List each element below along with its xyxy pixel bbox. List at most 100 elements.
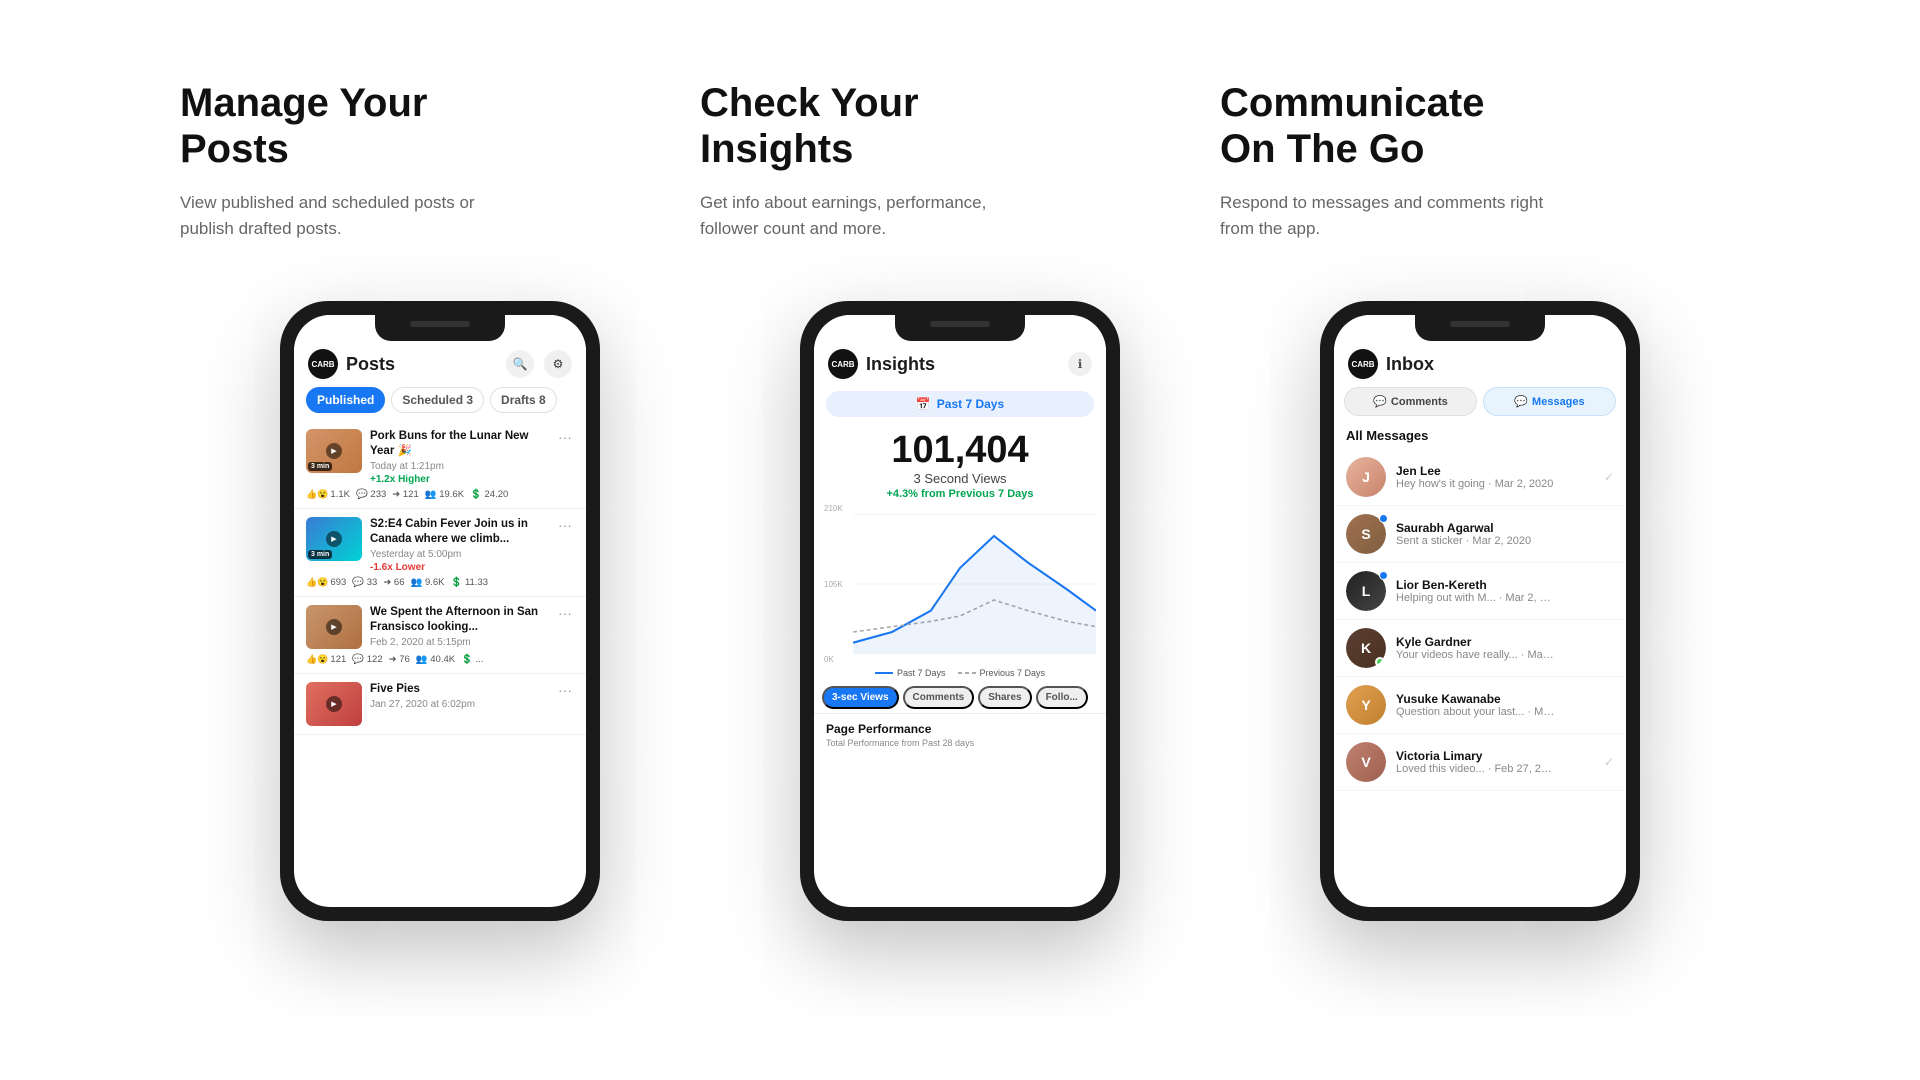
msg-info-6: Victoria Limary Loved this video... · Fe… <box>1396 749 1594 775</box>
phone-screen-inbox: CARB Inbox 💬 Comments 💬 Messages <box>1334 315 1626 907</box>
avatar-placeholder-6: V <box>1346 742 1386 782</box>
tab-published[interactable]: Published <box>306 387 385 413</box>
post-info-1: Pork Buns for the Lunar New Year 🎉 Today… <box>370 429 548 485</box>
phone-insights: CARB Insights ℹ 📅 Past 7 Days 101,404 3 … <box>800 301 1120 921</box>
stat-reach-1: 👥 19.6K <box>425 489 464 500</box>
post-info-3: We Spent the Afternoon in San Fransisco … <box>370 605 548 650</box>
chart-tabs: 3-sec Views Comments Shares Follo... <box>814 682 1106 714</box>
tab-comments[interactable]: 💬 Comments <box>1344 387 1477 416</box>
period-selector[interactable]: 📅 Past 7 Days <box>826 391 1094 417</box>
thumb-duration-2: 3 min <box>308 550 332 559</box>
post-thumb-3: ▶ <box>306 605 362 649</box>
filter-icon[interactable]: ⚙ <box>544 350 572 378</box>
insights-title: Insights <box>866 354 1068 375</box>
chart-tab-shares[interactable]: Shares <box>978 686 1031 709</box>
post-thumb-2: ▶ 3 min <box>306 517 362 561</box>
feature-communicate: Communicate On The Go Respond to message… <box>1220 80 1740 241</box>
thumb-duration-1: 3 min <box>308 462 332 471</box>
stat-earnings-3: 💲 ... <box>461 654 483 665</box>
stat-reactions-3: 👍😮 121 <box>306 654 346 665</box>
message-item-5[interactable]: Y Yusuke Kawanabe Question about your la… <box>1334 677 1626 734</box>
message-item-6[interactable]: V Victoria Limary Loved this video... · … <box>1334 734 1626 791</box>
inbox-title: Inbox <box>1386 354 1612 375</box>
posts-header-icons: 🔍 ⚙ <box>506 350 572 378</box>
all-messages-label: All Messages <box>1334 424 1626 449</box>
post-date-2: Yesterday at 5:00pm <box>370 549 548 560</box>
msg-preview-3: Helping out with M... · Mar 2, 2020 <box>1396 592 1556 604</box>
big-metric: 101,404 3 Second Views +4.3% from Previo… <box>814 421 1106 504</box>
avatar-1: J <box>1346 457 1386 497</box>
avatar-placeholder-5: Y <box>1346 685 1386 725</box>
msg-name-4: Kyle Gardner <box>1396 635 1614 649</box>
message-item-3[interactable]: L Lior Ben-Kereth Helping out with M... … <box>1334 563 1626 620</box>
metric-change: +4.3% from Previous 7 Days <box>814 488 1106 500</box>
post-title-4: Five Pies <box>370 682 548 697</box>
read-check-6: ✓ <box>1604 755 1614 769</box>
msg-info-5: Yusuke Kawanabe Question about your last… <box>1396 692 1614 718</box>
chart-area: 210K 105K 0K <box>814 504 1106 664</box>
msg-preview-2: Sent a sticker · Mar 2, 2020 <box>1396 535 1556 547</box>
carb-logo-insights: CARB <box>828 349 858 379</box>
post-dots-1[interactable]: ··· <box>556 429 574 445</box>
message-item-1[interactable]: J Jen Lee Hey how's it going · Mar 2, 20… <box>1334 449 1626 506</box>
chart-tab-comments[interactable]: Comments <box>903 686 975 709</box>
info-icon[interactable]: ℹ <box>1068 352 1092 376</box>
feature-manage-posts: Manage Your Posts View published and sch… <box>180 80 700 241</box>
metric-value: 101,404 <box>814 431 1106 469</box>
chart-tab-3sec[interactable]: 3-sec Views <box>822 686 899 709</box>
stat-earnings-2: 💲 11.33 <box>451 577 489 588</box>
legend-past: Past 7 Days <box>875 668 946 678</box>
feature-check-insights: Check Your Insights Get info about earni… <box>700 80 1220 241</box>
y-label-bottom: 0K <box>824 655 843 664</box>
message-item-2[interactable]: S Saurabh Agarwal Sent a sticker · Mar 2… <box>1334 506 1626 563</box>
msg-info-4: Kyle Gardner Your videos have really... … <box>1396 635 1614 661</box>
phone-posts: CARB Posts 🔍 ⚙ Published Scheduled 3 Dra… <box>280 301 600 921</box>
messenger-icon: 💬 <box>1514 395 1528 408</box>
carb-logo-posts: CARB <box>308 349 338 379</box>
feature-title-3: Communicate On The Go <box>1220 80 1740 172</box>
chart-tab-follo[interactable]: Follo... <box>1036 686 1088 709</box>
stat-reach-2: 👥 9.6K <box>411 577 445 588</box>
msg-name-2: Saurabh Agarwal <box>1396 521 1614 535</box>
feature-title-2: Check Your Insights <box>700 80 1220 172</box>
features-row: Manage Your Posts View published and sch… <box>180 80 1740 241</box>
stat-reactions-2: 👍😮 693 <box>306 577 346 588</box>
phone-notch-2 <box>895 315 1025 341</box>
tab-messages[interactable]: 💬 Messages <box>1483 387 1616 416</box>
post-perf-1: +1.2x Higher <box>370 474 548 485</box>
msg-name-1: Jen Lee <box>1396 464 1594 478</box>
carb-logo-inbox: CARB <box>1348 349 1378 379</box>
legend-label-past: Past 7 Days <box>897 668 946 678</box>
metric-label: 3 Second Views <box>814 471 1106 486</box>
post-dots-4[interactable]: ··· <box>556 682 574 698</box>
post-date-1: Today at 1:21pm <box>370 461 548 472</box>
chart-legend: Past 7 Days Previous 7 Days <box>814 664 1106 682</box>
post-info-4: Five Pies Jan 27, 2020 at 6:02pm <box>370 682 548 712</box>
play-icon-1: ▶ <box>326 443 342 459</box>
phone-speaker-2 <box>930 321 990 327</box>
stat-shares-3: ➜ 76 <box>389 654 410 665</box>
msg-preview-6: Loved this video... · Feb 27, 2020 <box>1396 763 1556 775</box>
avatar-5: Y <box>1346 685 1386 725</box>
phone-screen-posts: CARB Posts 🔍 ⚙ Published Scheduled 3 Dra… <box>294 315 586 907</box>
tab-drafts[interactable]: Drafts 8 <box>490 387 557 413</box>
avatar-6: V <box>1346 742 1386 782</box>
y-label-mid: 105K <box>824 580 843 589</box>
stat-comments-1: 💬 233 <box>356 489 386 500</box>
post-dots-3[interactable]: ··· <box>556 605 574 621</box>
message-item-4[interactable]: K Kyle Gardner Your videos have really..… <box>1334 620 1626 677</box>
avatar-wrapper-2: S <box>1346 514 1386 554</box>
comment-bubble-icon: 💬 <box>1373 395 1387 408</box>
stat-shares-2: ➜ 66 <box>383 577 404 588</box>
msg-name-6: Victoria Limary <box>1396 749 1594 763</box>
legend-label-previous: Previous 7 Days <box>980 668 1046 678</box>
play-icon-4: ▶ <box>326 696 342 712</box>
page-perf-section: Page Performance Total Performance from … <box>814 714 1106 752</box>
post-dots-2[interactable]: ··· <box>556 517 574 533</box>
messages-label: Messages <box>1532 396 1585 408</box>
play-icon-3: ▶ <box>326 619 342 635</box>
legend-previous: Previous 7 Days <box>958 668 1046 678</box>
stat-comments-2: 💬 33 <box>352 577 377 588</box>
tab-scheduled[interactable]: Scheduled 3 <box>391 387 484 413</box>
search-icon[interactable]: 🔍 <box>506 350 534 378</box>
